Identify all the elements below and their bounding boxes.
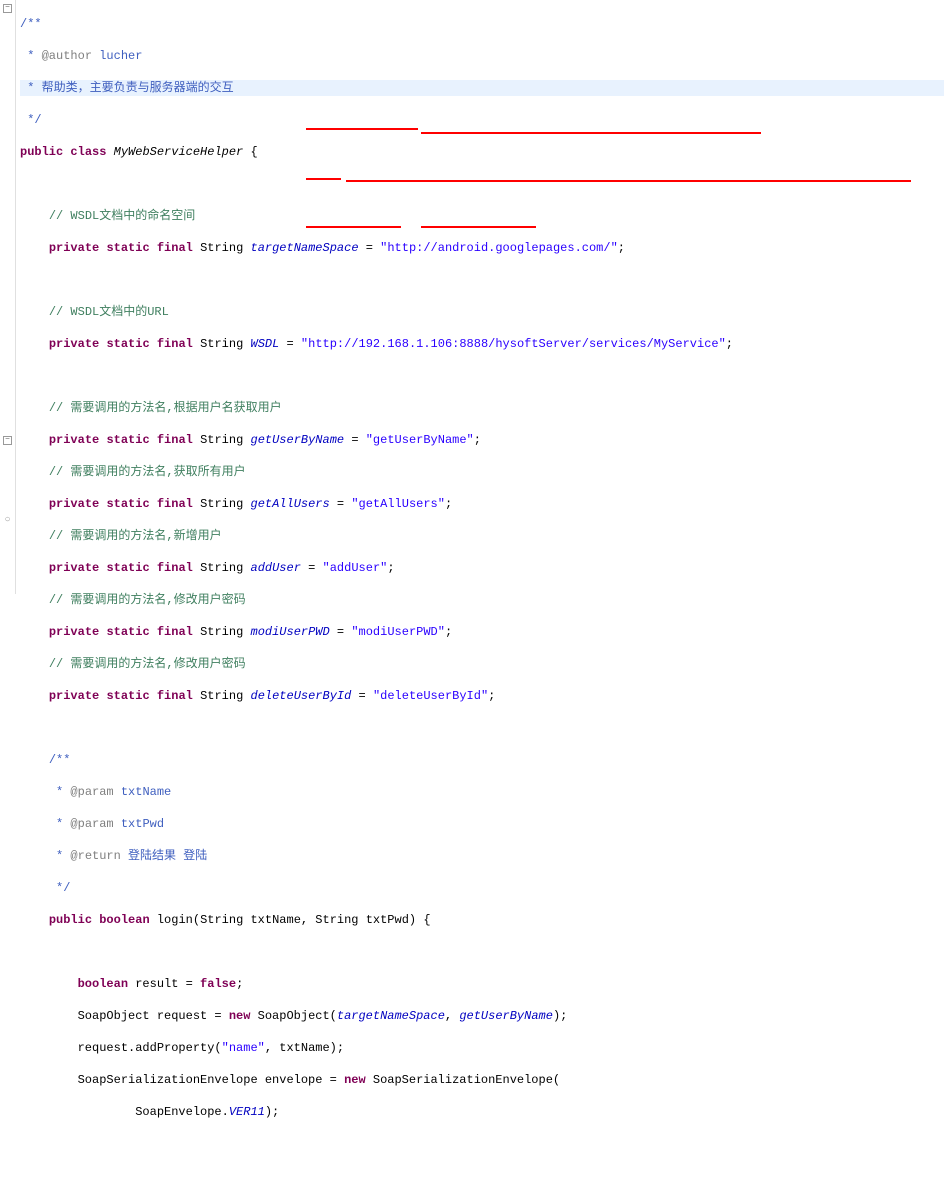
kw-class: class <box>70 145 106 159</box>
kw-public: public <box>49 913 92 927</box>
string-literal: "addUser" <box>323 561 388 575</box>
fold-minus-icon: − <box>3 4 12 13</box>
javadoc-end: */ <box>20 113 42 127</box>
fold-marker[interactable]: ○ <box>0 512 15 528</box>
annotation-underline <box>306 178 341 180</box>
javadoc-author: lucher <box>99 49 142 63</box>
comment: // 需要调用的方法名,修改用户密码 <box>49 593 246 607</box>
string-literal: "http://android.googlepages.com/" <box>380 241 618 255</box>
gutter: − − ○ <box>0 0 16 594</box>
kw-public: public <box>20 145 63 159</box>
annotation-underline <box>306 226 401 228</box>
field-name: getAllUsers <box>251 497 330 511</box>
comment: // WSDL文档中的命名空间 <box>49 209 195 223</box>
comment: // 需要调用的方法名,获取所有用户 <box>49 465 246 479</box>
kw-private: private <box>49 241 99 255</box>
annotation-underline <box>346 180 911 182</box>
source-code[interactable]: /** * @author lucher * 帮助类，主要负责与服务器端的交互 … <box>16 0 944 594</box>
annotation-underline <box>421 132 761 134</box>
javadoc-return-desc: 登陆结果 登陆 <box>128 849 207 863</box>
javadoc-author-tag: @author <box>42 49 92 63</box>
code-editor: − − ○ /** * @author lucher * 帮助类，主要负责与服务… <box>0 0 944 594</box>
string-literal: "getUserByName" <box>366 433 474 447</box>
fold-minus-icon: − <box>3 436 12 445</box>
class-name: MyWebServiceHelper <box>114 145 244 159</box>
javadoc-desc: 帮助类，主要负责与服务器端的交互 <box>42 81 234 95</box>
javadoc-end: */ <box>49 881 71 895</box>
string-literal: "deleteUserById" <box>373 689 488 703</box>
field-name: addUser <box>251 561 301 575</box>
field-name: targetNameSpace <box>251 241 359 255</box>
javadoc-param: txtPwd <box>121 817 164 831</box>
string-literal: "http://192.168.1.106:8888/hysoftServer/… <box>301 337 726 351</box>
method-params: (String txtName, String txtPwd) { <box>193 913 431 927</box>
comment: // 需要调用的方法名,修改用户密码 <box>49 657 246 671</box>
javadoc-start: /** <box>49 753 71 767</box>
javadoc-param: txtName <box>121 785 171 799</box>
method-name: login <box>157 913 193 927</box>
annotation-underline <box>421 226 536 228</box>
field-name: WSDL <box>251 337 280 351</box>
javadoc-start: /** <box>20 17 42 31</box>
comment: // 需要调用的方法名,新增用户 <box>49 529 222 543</box>
string-literal: "getAllUsers" <box>351 497 445 511</box>
annotation-underline <box>306 128 418 130</box>
type-string: String <box>200 241 243 255</box>
field-name: deleteUserById <box>251 689 352 703</box>
javadoc-return-tag: @return <box>70 849 120 863</box>
comment: // 需要调用的方法名,根据用户名获取用户 <box>49 401 282 415</box>
fold-marker[interactable]: − <box>0 0 15 16</box>
javadoc-param-tag: @param <box>70 785 113 799</box>
fold-circle-icon: ○ <box>4 515 10 526</box>
string-literal: "modiUserPWD" <box>351 625 445 639</box>
kw-static: static <box>106 241 149 255</box>
fold-marker[interactable]: − <box>0 432 15 448</box>
field-name: getUserByName <box>251 433 345 447</box>
kw-boolean: boolean <box>99 913 149 927</box>
kw-final: final <box>157 241 193 255</box>
comment: // WSDL文档中的URL <box>49 305 169 319</box>
javadoc-star: * <box>20 49 42 63</box>
brace: { <box>243 145 257 159</box>
field-name: modiUserPWD <box>251 625 330 639</box>
javadoc-star: * <box>20 81 42 95</box>
javadoc-param-tag: @param <box>70 817 113 831</box>
